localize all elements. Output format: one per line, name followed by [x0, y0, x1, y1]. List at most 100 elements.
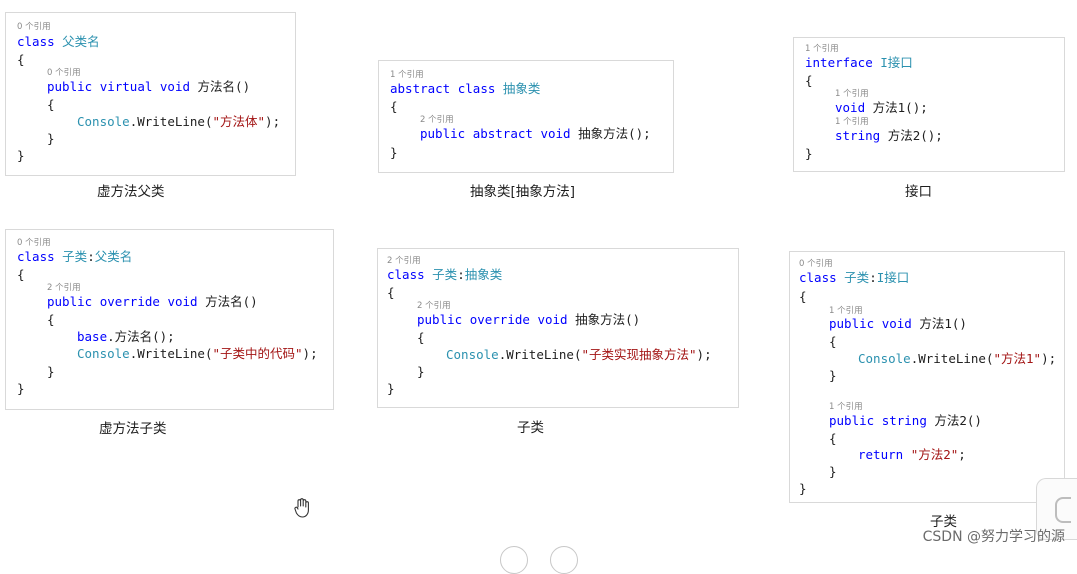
- code-panel-abstract-child: 2 个引用 class 子类:抽象类 { 2 个引用 public overri…: [377, 248, 739, 408]
- class-name: 子类: [432, 267, 458, 282]
- class-name: Console: [858, 351, 911, 366]
- keyword: class: [799, 270, 837, 285]
- keyword: void: [537, 312, 568, 327]
- reference-count[interactable]: 0 个引用: [17, 238, 51, 248]
- keyword: public: [47, 79, 93, 94]
- class-name: Console: [446, 347, 499, 362]
- colon: :: [457, 267, 465, 282]
- reference-count[interactable]: 0 个引用: [799, 259, 833, 269]
- method-signature: 方法名(): [197, 79, 251, 94]
- keyword: void: [540, 126, 571, 141]
- bottom-control-button[interactable]: [500, 546, 528, 574]
- brace: {: [805, 73, 813, 88]
- keyword: public: [417, 312, 463, 327]
- brace: {: [390, 99, 398, 114]
- brace: {: [47, 97, 55, 112]
- bottom-control-button[interactable]: [550, 546, 578, 574]
- method-signature: 方法名(): [205, 294, 258, 309]
- statement-end: );: [265, 114, 281, 129]
- base-class-name: 抽象类: [464, 267, 503, 282]
- reference-count[interactable]: 1 个引用: [829, 402, 863, 412]
- caption-abstract-child: 子类: [517, 420, 544, 436]
- keyword: return: [858, 447, 904, 462]
- brace: }: [417, 364, 425, 379]
- keyword: void: [167, 294, 198, 309]
- interface-name: I接口: [880, 55, 913, 70]
- caption-abstract-class: 抽象类[抽象方法]: [470, 184, 576, 200]
- keyword: public: [829, 413, 875, 428]
- keyword: class: [17, 34, 55, 49]
- brace: }: [387, 381, 395, 396]
- method-signature: 方法2(): [934, 413, 982, 428]
- brace: {: [17, 52, 25, 67]
- brace: {: [387, 285, 395, 300]
- keyword: virtual: [99, 79, 153, 94]
- keyword: base: [77, 329, 108, 344]
- keyword: void: [881, 316, 912, 331]
- method-call: .WriteLine(: [910, 351, 994, 366]
- code-panel-abstract-class: 1 个引用 abstract class 抽象类 { 2 个引用 public …: [378, 60, 674, 173]
- caption-virtual-parent: 虚方法父类: [97, 184, 165, 200]
- brace: }: [390, 145, 398, 160]
- reference-count[interactable]: 2 个引用: [387, 256, 421, 266]
- class-name: Console: [77, 114, 130, 129]
- brace: {: [47, 312, 55, 327]
- colon: :: [869, 270, 877, 285]
- method-call: .WriteLine(: [129, 114, 213, 129]
- method-call: .方法名();: [107, 329, 175, 344]
- code-panel-virtual-child: 0 个引用 class 子类:父类名 { 2 个引用 public overri…: [5, 229, 334, 410]
- string-literal: "方法体": [212, 114, 266, 129]
- reference-count[interactable]: 2 个引用: [420, 115, 454, 125]
- brace: {: [829, 334, 837, 349]
- hand-cursor-icon: [294, 498, 309, 518]
- string-literal: "方法1": [993, 351, 1042, 366]
- reference-count[interactable]: 1 个引用: [390, 70, 424, 80]
- caption-virtual-child: 虚方法子类: [99, 421, 167, 437]
- reference-count[interactable]: 1 个引用: [829, 306, 863, 316]
- brace: {: [17, 267, 25, 282]
- class-name: 子类: [62, 249, 88, 264]
- method-call: .WriteLine(: [129, 346, 213, 361]
- keyword: abstract: [472, 126, 533, 141]
- reference-count[interactable]: 0 个引用: [17, 22, 51, 32]
- code-panel-interface-child: 0 个引用 class 子类:I接口 { 1 个引用 public void 方…: [789, 251, 1065, 503]
- reference-count[interactable]: 1 个引用: [805, 44, 839, 54]
- keyword: override: [99, 294, 160, 309]
- statement-end: );: [696, 347, 712, 362]
- string-literal: "子类实现抽象方法": [581, 347, 697, 362]
- interface-name: I接口: [876, 270, 910, 285]
- reference-count[interactable]: 1 个引用: [835, 89, 869, 99]
- keyword: string: [835, 128, 881, 143]
- method-signature: 抽象方法(): [575, 312, 641, 327]
- code-panel-virtual-parent: 0 个引用 class 父类名 { 0 个引用 public virtual v…: [5, 12, 296, 176]
- string-literal: "方法2": [910, 447, 959, 462]
- method-signature: 方法1();: [872, 100, 928, 115]
- brace: }: [805, 146, 813, 161]
- reference-count[interactable]: 2 个引用: [47, 283, 81, 293]
- brace: }: [829, 464, 837, 479]
- reference-count[interactable]: 0 个引用: [47, 68, 81, 78]
- brace: }: [17, 148, 25, 163]
- reference-count[interactable]: 1 个引用: [835, 117, 869, 127]
- class-name: 父类名: [62, 34, 100, 49]
- keyword: class: [387, 267, 425, 282]
- watermark: CSDN @努力学习的源: [922, 529, 1065, 545]
- brace: }: [799, 481, 807, 496]
- keyword: interface: [805, 55, 873, 70]
- keyword: void: [159, 79, 191, 94]
- statement-end: ;: [958, 447, 966, 462]
- brace: }: [17, 381, 25, 396]
- keyword: override: [469, 312, 530, 327]
- keyword: public: [420, 126, 466, 141]
- statement-end: );: [302, 346, 318, 361]
- method-signature: 抽象方法();: [578, 126, 651, 141]
- keyword: class: [457, 81, 496, 96]
- brace: }: [47, 364, 55, 379]
- reference-count[interactable]: 2 个引用: [417, 301, 451, 311]
- keyword: string: [881, 413, 927, 428]
- method-signature: 方法1(): [919, 316, 967, 331]
- keyword: class: [17, 249, 55, 264]
- class-name: Console: [77, 346, 130, 361]
- class-name: 子类: [844, 270, 870, 285]
- code-panel-interface: 1 个引用 interface I接口 { 1 个引用 void 方法1(); …: [793, 37, 1065, 172]
